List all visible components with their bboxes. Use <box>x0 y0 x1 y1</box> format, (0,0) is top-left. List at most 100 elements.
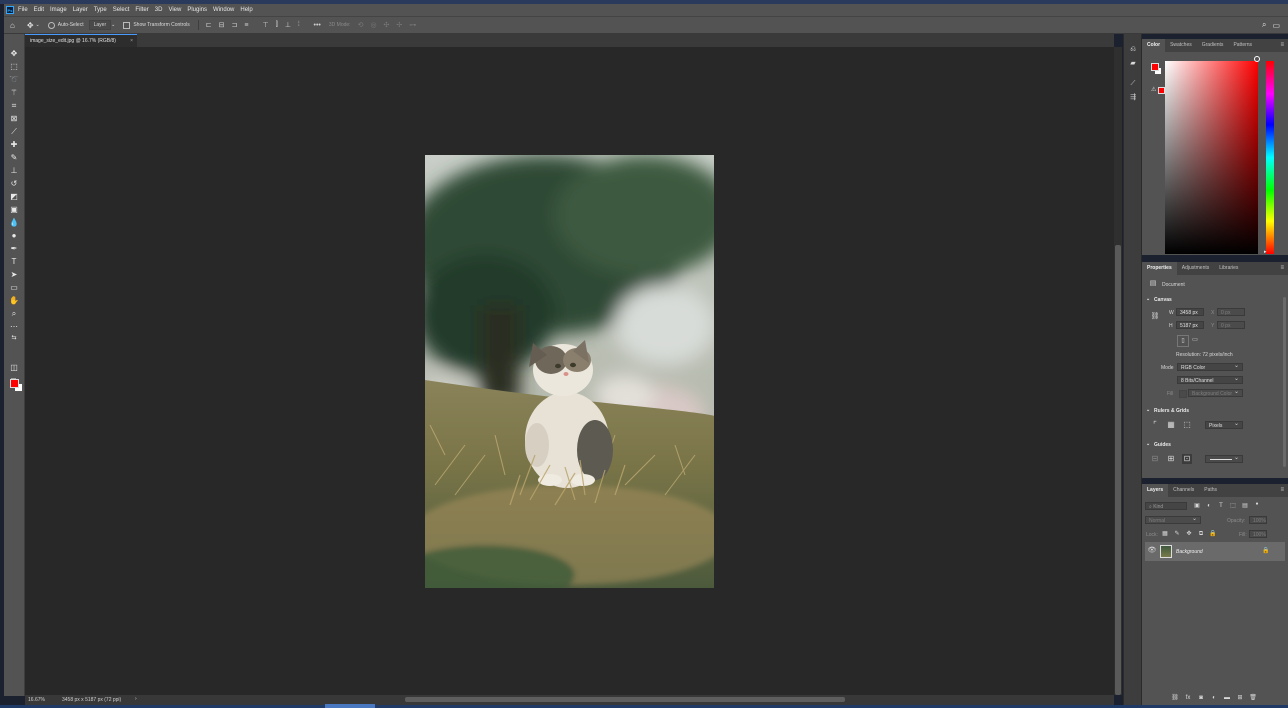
bit-depth-dropdown[interactable]: 8 Bits/Channel <box>1177 375 1243 384</box>
foreground-color-swatch[interactable] <box>1151 63 1159 71</box>
width-field[interactable]: 3458 px <box>1176 308 1204 316</box>
brush-settings-icon[interactable]: ⟋ <box>1128 79 1138 89</box>
link-dimensions-icon[interactable]: ⛓ <box>1150 312 1160 322</box>
new-group-icon[interactable]: ▬ <box>1222 693 1232 703</box>
document-canvas-image[interactable] <box>425 155 714 588</box>
foreground-color-swatch[interactable] <box>10 379 19 388</box>
swap-colors-icon[interactable]: ⇆ <box>8 333 20 344</box>
show-transform-checkbox[interactable] <box>123 21 131 29</box>
lock-transparent-icon[interactable]: ▦ <box>1160 529 1170 539</box>
tab-paths[interactable]: Paths <box>1199 484 1222 497</box>
canvas-section-title[interactable]: Canvas <box>1154 297 1172 303</box>
lasso-tool-icon[interactable]: ➰ <box>8 74 20 85</box>
filter-pixel-icon[interactable]: ▣ <box>1192 501 1202 511</box>
panel-menu-icon[interactable]: ≡ <box>1280 484 1284 497</box>
document-tab[interactable]: image_size_edit.jpg @ 16.7% (RGB/8) × <box>25 34 137 47</box>
filter-adjustment-icon[interactable]: ◐ <box>1204 501 1214 511</box>
clone-stamp-tool-icon[interactable]: ⊥ <box>8 165 20 176</box>
dodge-tool-icon[interactable]: ● <box>8 230 20 241</box>
blend-mode-dropdown[interactable]: Normal <box>1145 515 1201 524</box>
layer-filter-field[interactable]: ⌕ Kind <box>1145 502 1187 510</box>
crop-tool-icon[interactable]: ⌗ <box>8 100 20 111</box>
new-layer-icon[interactable]: ⊞ <box>1235 693 1245 703</box>
menu-image[interactable]: Image <box>50 7 67 13</box>
tab-color[interactable]: Color <box>1142 39 1166 52</box>
menu-edit[interactable]: Edit <box>34 7 44 13</box>
portrait-orientation-icon[interactable]: ▯ <box>1177 335 1189 347</box>
opacity-field[interactable]: 100% <box>1249 516 1267 524</box>
units-dropdown[interactable]: Pixels <box>1205 420 1243 429</box>
align-center-icon[interactable]: ⊟ <box>219 21 225 29</box>
x-field[interactable]: 0 px <box>1217 308 1245 316</box>
properties-scrollbar[interactable] <box>1283 297 1286 467</box>
tab-swatches[interactable]: Swatches <box>1165 39 1197 52</box>
blur-tool-icon[interactable]: 💧 <box>8 217 20 228</box>
status-menu-arrow-icon[interactable]: › <box>135 696 137 702</box>
panel-menu-icon[interactable]: ≡ <box>1280 262 1284 275</box>
healing-brush-tool-icon[interactable]: ✚ <box>8 139 20 150</box>
menu-layer[interactable]: Layer <box>73 7 88 13</box>
panel-menu-icon[interactable]: ≡ <box>1280 39 1284 52</box>
tab-layers[interactable]: Layers <box>1142 484 1169 497</box>
align-right-icon[interactable]: ⊐ <box>232 21 238 29</box>
layer-lock-icon[interactable]: 🔒 <box>1261 546 1271 556</box>
rulers-section-chevron-icon[interactable]: ⌄ <box>1146 407 1150 413</box>
comments-icon[interactable]: ▰ <box>1128 59 1138 69</box>
gradient-tool-icon[interactable]: ▣ <box>8 204 20 215</box>
edit-toolbar-icon[interactable]: ⋯ <box>8 321 20 332</box>
color-picker-handle[interactable] <box>1254 56 1260 62</box>
landscape-orientation-icon[interactable]: ▭ <box>1190 335 1200 345</box>
eyedropper-tool-icon[interactable]: ⟋ <box>8 126 20 137</box>
menu-window[interactable]: Window <box>213 7 234 13</box>
menu-select[interactable]: Select <box>113 7 130 13</box>
guides-section-chevron-icon[interactable]: ⌄ <box>1146 441 1150 447</box>
add-mask-icon[interactable]: ◙ <box>1196 693 1206 703</box>
hue-slider-marker-icon[interactable]: ▸ <box>1264 249 1267 255</box>
move-tool-icon[interactable]: ✥ <box>8 48 20 59</box>
ruler-icon[interactable]: ⌜ <box>1150 420 1160 430</box>
layer-style-icon[interactable]: fx <box>1183 693 1193 703</box>
history-brush-tool-icon[interactable]: ↺ <box>8 178 20 189</box>
filter-toggle-icon[interactable]: ● <box>1252 499 1262 509</box>
filter-type-icon[interactable]: T <box>1216 501 1226 511</box>
align-bottom-icon[interactable]: ⊥ <box>285 21 291 29</box>
marquee-tool-icon[interactable]: ⬚ <box>8 61 20 72</box>
tab-gradients[interactable]: Gradients <box>1197 39 1229 52</box>
menu-3d[interactable]: 3D <box>155 7 163 13</box>
rulers-grids-section-title[interactable]: Rulers & Grids <box>1154 408 1189 414</box>
grid-dotted-icon[interactable]: ⬚ <box>1182 420 1192 430</box>
fill-color-swatch[interactable] <box>1179 390 1187 398</box>
hue-slider[interactable] <box>1266 61 1274 254</box>
height-field[interactable]: 5187 px <box>1176 321 1204 329</box>
3d-slide-icon[interactable]: ✢ <box>396 21 402 29</box>
guide-layout-icon[interactable]: ⊡ <box>1182 454 1192 464</box>
hand-tool-icon[interactable]: ✋ <box>8 295 20 306</box>
lock-artboard-icon[interactable]: ⧉ <box>1196 529 1206 539</box>
menu-plugins[interactable]: Plugins <box>187 7 207 13</box>
history-icon[interactable]: ⎌ <box>1128 45 1138 55</box>
vertical-scroll-thumb[interactable] <box>1115 245 1121 695</box>
menu-file[interactable]: File <box>18 7 28 13</box>
frame-tool-icon[interactable]: ⊠ <box>8 113 20 124</box>
tool-preset-chevron-icon[interactable]: ⌄ <box>36 22 40 28</box>
menu-help[interactable]: Help <box>240 7 252 13</box>
3d-pan-icon[interactable]: ✣ <box>384 21 390 29</box>
tab-channels[interactable]: Channels <box>1168 484 1199 497</box>
3d-roll-icon[interactable]: ◎ <box>370 21 376 29</box>
layer-row[interactable]: 👁 Background 🔒 <box>1145 542 1285 561</box>
tab-adjustments[interactable]: Adjustments <box>1177 262 1215 275</box>
tab-patterns[interactable]: Patterns <box>1228 39 1257 52</box>
y-field[interactable]: 0 px <box>1217 321 1245 329</box>
fill-dropdown[interactable]: Background Color <box>1188 388 1243 397</box>
home-icon[interactable]: ⌂ <box>10 21 15 30</box>
distribute-vertical-icon[interactable]: ⦙ <box>298 21 300 29</box>
more-options-icon[interactable]: ••• <box>314 22 321 29</box>
3d-scale-icon[interactable]: ⊶ <box>409 21 416 29</box>
quick-mask-icon[interactable]: ◫ <box>8 362 20 373</box>
mode-dropdown[interactable]: RGB Color <box>1177 362 1243 371</box>
zoom-level[interactable]: 16.67% <box>28 697 45 703</box>
guide-style-dropdown[interactable] <box>1205 454 1243 463</box>
rectangle-tool-icon[interactable]: ▭ <box>8 282 20 293</box>
guides-section-title[interactable]: Guides <box>1154 442 1171 448</box>
magic-wand-tool-icon[interactable]: ⚚ <box>8 87 20 98</box>
